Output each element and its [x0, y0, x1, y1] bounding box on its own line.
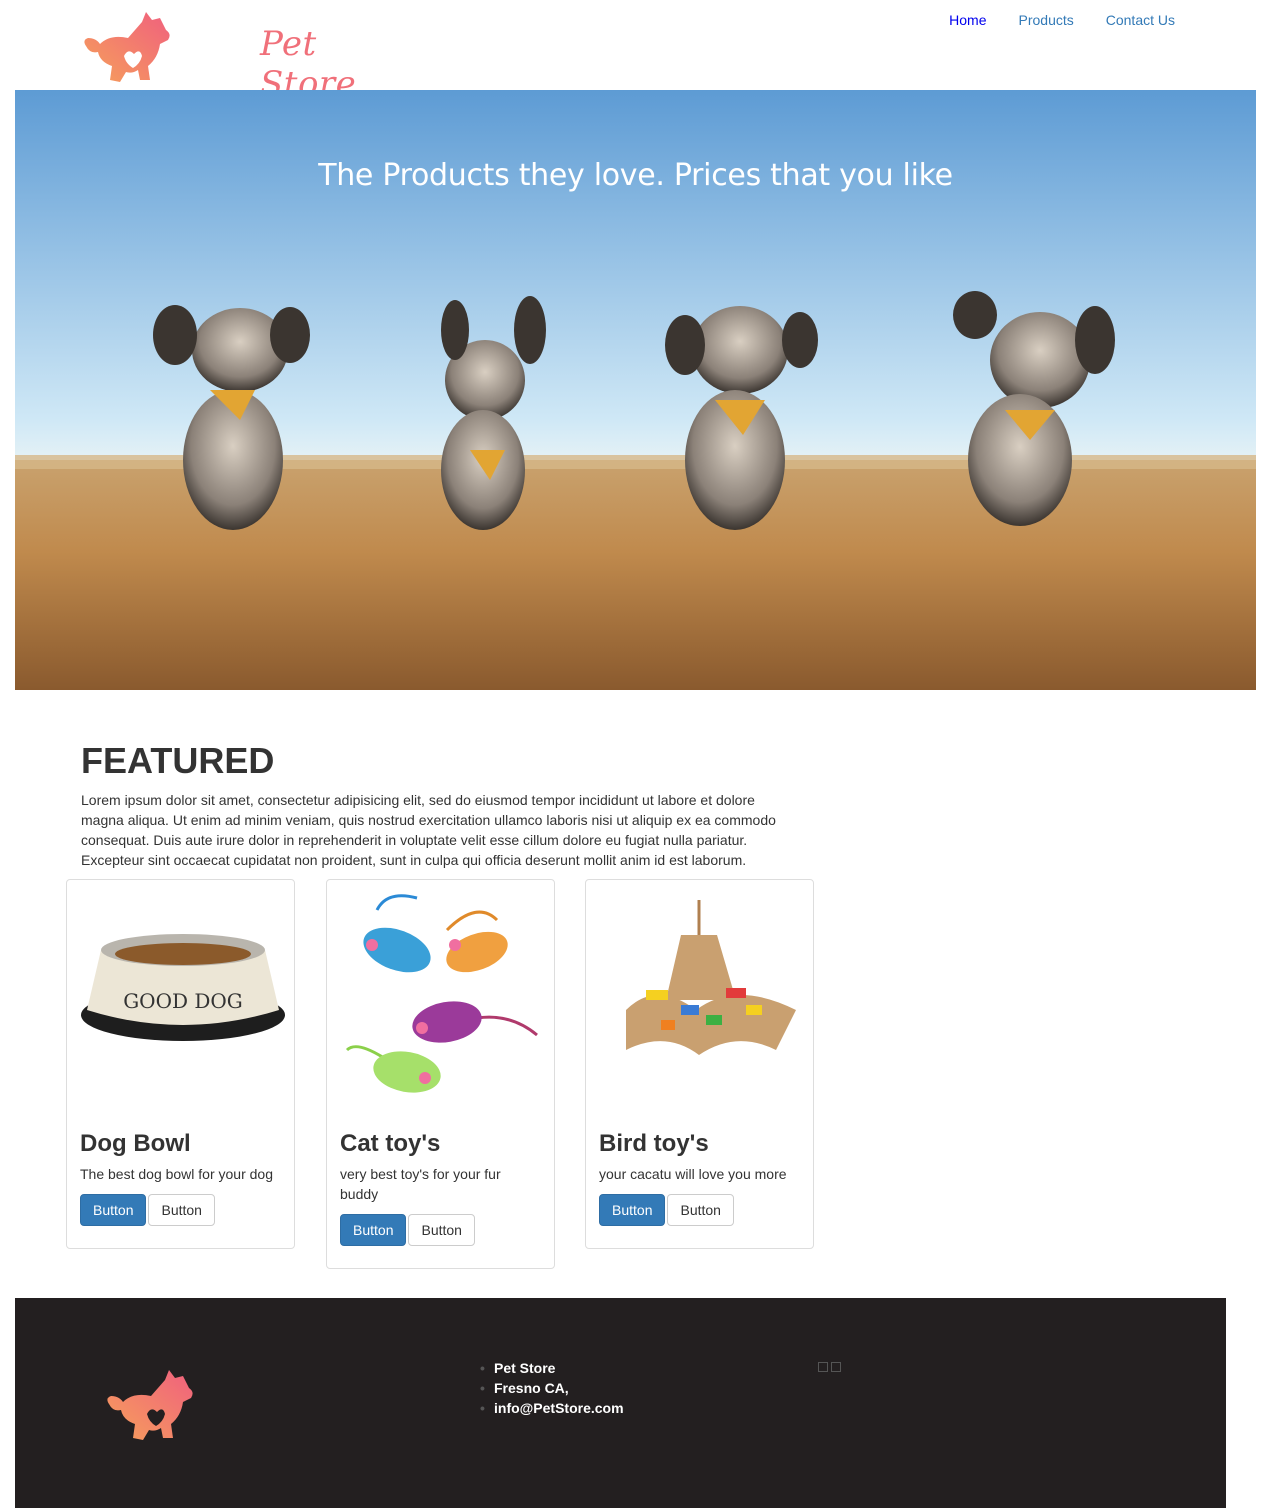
product-description: your cacatu will love you more — [599, 1166, 787, 1182]
dog-bowl-image: GOOD DOG — [67, 880, 294, 1120]
hero-banner: The Products they love. Prices that you … — [15, 90, 1256, 690]
bird-toys-primary-button[interactable]: Button — [599, 1194, 666, 1226]
footer-email-link[interactable]: info@PetStore.com — [480, 1398, 624, 1418]
cat-toys-secondary-button[interactable]: Button — [408, 1214, 475, 1246]
dog-bowl-primary-button[interactable]: Button — [80, 1194, 147, 1226]
main-nav: Home Products Contact Us — [933, 12, 1191, 28]
product-description: The best dog bowl for your dog — [80, 1166, 274, 1182]
social-icons — [818, 1362, 841, 1372]
footer-location: Fresno CA, — [480, 1378, 624, 1398]
social-icon-placeholder[interactable] — [831, 1362, 841, 1372]
logo[interactable]: Pet Store — [80, 8, 356, 104]
featured-description: Lorem ipsum dolor sit amet, consectetur … — [81, 792, 776, 868]
nav-contact-link[interactable]: Contact Us — [1090, 12, 1191, 28]
dog-bowl-secondary-button[interactable]: Button — [148, 1194, 215, 1226]
featured-heading: FEATURED — [81, 740, 275, 781]
product-title: Dog Bowl — [80, 1130, 191, 1157]
product-title: Cat toy's — [340, 1130, 441, 1157]
product-card-dog-bowl: GOOD DOG Dog Bowl The best dog bowl for … — [66, 879, 295, 1249]
hero-title: The Products they love. Prices that you … — [318, 158, 953, 193]
footer-store-name: Pet Store — [480, 1358, 624, 1378]
product-card-cat-toys: Cat toy's very best toy's for your fur b… — [326, 879, 555, 1269]
bowl-label-text: GOOD DOG — [123, 989, 243, 1013]
cat-toys-primary-button[interactable]: Button — [340, 1214, 407, 1246]
footer-dog-logo-icon — [107, 1370, 193, 1440]
product-description: very best toy's for your fur buddy — [340, 1166, 501, 1202]
product-title: Bird toy's — [599, 1130, 709, 1157]
bird-toys-image — [586, 880, 813, 1120]
nav-products-link[interactable]: Products — [1003, 12, 1090, 28]
bird-toys-secondary-button[interactable]: Button — [667, 1194, 734, 1226]
footer: Pet Store Fresno CA, info@PetStore.com — [15, 1298, 1226, 1508]
social-icon-placeholder[interactable] — [818, 1362, 828, 1372]
product-card-bird-toys: Bird toy's your cacatu will love you mor… — [585, 879, 814, 1249]
footer-contact-list: Pet Store Fresno CA, info@PetStore.com — [478, 1358, 624, 1418]
dog-logo-icon — [84, 12, 170, 82]
cat-toys-image — [327, 880, 554, 1120]
nav-home-link[interactable]: Home — [933, 12, 1002, 28]
